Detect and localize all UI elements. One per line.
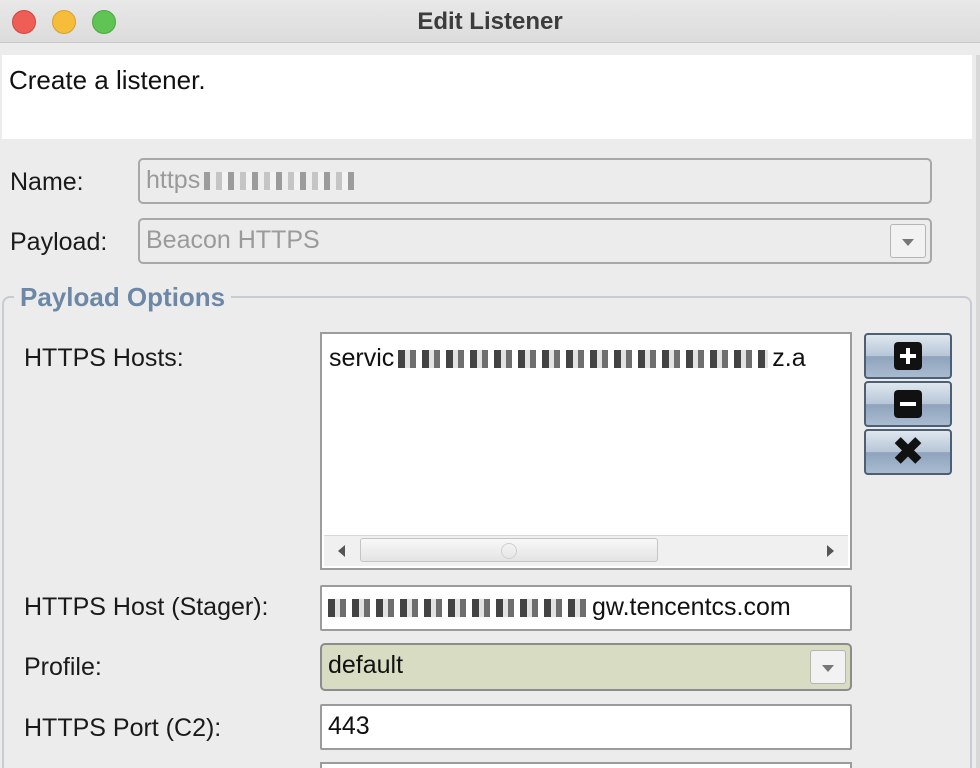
name-label: Name: xyxy=(10,168,84,196)
stager-host-suffix: gw.tencentcs.com xyxy=(592,593,791,621)
redacted-region xyxy=(204,172,355,191)
clear-hosts-button[interactable]: ✖ xyxy=(864,429,952,475)
payload-label: Payload: xyxy=(10,228,108,256)
stager-host-field[interactable]: gw.tencentcs.com xyxy=(320,585,852,631)
next-field[interactable] xyxy=(320,762,852,768)
profile-dropdown-icon[interactable] xyxy=(810,650,846,684)
window-edge xyxy=(976,55,980,768)
payload-value: Beacon HTTPS xyxy=(146,226,320,254)
https-hosts-label: HTTPS Hosts: xyxy=(24,344,184,372)
scrollbar-thumb[interactable] xyxy=(360,538,658,562)
add-host-button[interactable] xyxy=(864,333,952,379)
list-item[interactable]: servic z.a xyxy=(329,344,806,373)
scroll-right-icon[interactable] xyxy=(827,545,834,557)
remove-host-button[interactable] xyxy=(864,381,952,427)
profile-label: Profile: xyxy=(24,653,102,681)
profile-select[interactable]: default xyxy=(320,643,852,691)
host-prefix: servic xyxy=(329,344,395,372)
port-label: HTTPS Port (C2): xyxy=(24,714,222,742)
redacted-region xyxy=(328,599,590,618)
window-title: Edit Listener xyxy=(417,8,563,35)
payload-dropdown-icon[interactable] xyxy=(890,224,926,258)
description-panel: Create a listener. xyxy=(2,55,972,139)
host-suffix: z.a xyxy=(772,344,806,372)
edit-listener-window: Edit Listener Create a listener. Name: h… xyxy=(0,0,980,768)
profile-value: default xyxy=(328,651,404,679)
plus-icon xyxy=(894,342,922,370)
port-field[interactable]: 443 xyxy=(320,704,852,750)
payload-select[interactable]: Beacon HTTPS xyxy=(138,218,932,264)
description-text: Create a listener. xyxy=(9,65,206,95)
name-value: https xyxy=(146,166,201,194)
https-hosts-list[interactable]: servic z.a xyxy=(320,332,852,570)
scroll-left-icon[interactable] xyxy=(338,545,345,557)
horizontal-scrollbar[interactable] xyxy=(324,535,848,566)
port-value: 443 xyxy=(328,712,370,740)
minus-icon xyxy=(894,390,922,418)
redacted-region xyxy=(398,350,769,369)
title-bar: Edit Listener xyxy=(0,0,980,43)
name-field[interactable]: https xyxy=(138,158,932,204)
payload-options-title: Payload Options xyxy=(14,282,232,313)
stager-label: HTTPS Host (Stager): xyxy=(24,593,269,621)
close-icon: ✖ xyxy=(891,429,925,475)
